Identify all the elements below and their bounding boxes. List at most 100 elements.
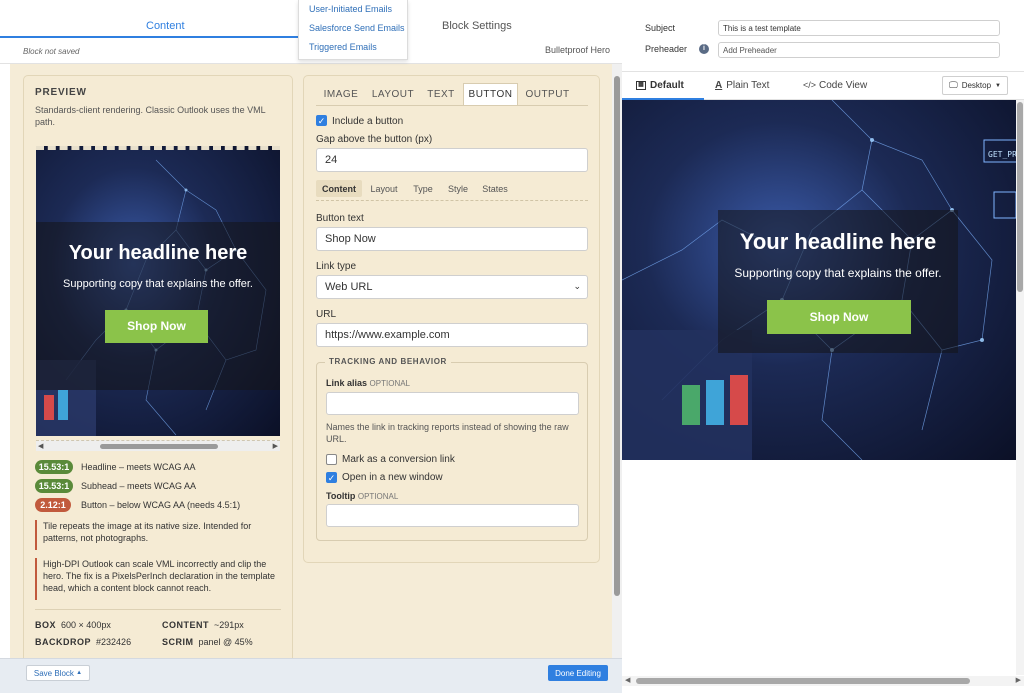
link-type-select[interactable]: Web URL ⌄ [316,275,588,299]
block-editor-panel: Content Block Settings Block not saved B… [0,0,622,693]
tab-default[interactable]: ▦ Default [636,80,684,91]
link-type-label: Link type [316,261,357,272]
scroll-left-icon[interactable]: ◀ [38,442,43,450]
editor-footer: Save Block ▲ Done Editing [0,658,622,693]
chevron-down-icon: ⌄ [573,281,581,291]
tooltip-label: Tooltip OPTIONAL [326,491,399,501]
layout-icon: ▦ [636,81,646,90]
spec-content: CONTENT ~291px [162,620,244,630]
url-label: URL [316,309,337,320]
email-preview-panel: Subject This is a test template Preheade… [622,0,1024,693]
preheader-label: Preheader [645,44,688,54]
divider [35,609,281,610]
button-settings-card: IMAGE LAYOUT TEXT BUTTON OUTPUT ✓ Includ… [303,75,600,563]
preview-scroll-thumb[interactable] [100,444,218,449]
tab-content[interactable]: Content [146,20,185,32]
block-name: Bulletproof Hero [544,45,610,55]
preview-scroll-thumb[interactable] [1017,102,1023,292]
tracking-title: TRACKING AND BEHAVIOR [325,357,451,366]
info-icon[interactable]: i [699,44,709,54]
warning-note: Tile repeats the image at its native siz… [35,520,281,550]
email-type-dropdown: User-Initiated Emails Salesforce Send Em… [298,0,408,60]
email-shop-button[interactable]: Shop Now [767,300,911,334]
gap-label: Gap above the button (px) [316,134,433,145]
preview-title: PREVIEW [35,87,87,98]
tab-layout[interactable]: LAYOUT [368,83,418,105]
button-text-label: Button text [316,213,364,224]
scroll-right-icon[interactable]: ▶ [1016,676,1021,684]
tab-text[interactable]: TEXT [420,83,462,105]
text-format-icon: A [715,80,723,91]
conversion-label: Mark as a conversion link [342,454,455,465]
editor-scrollbar[interactable] [612,64,622,658]
menu-item-triggered[interactable]: Triggered Emails [309,42,377,52]
conversion-checkbox[interactable] [326,454,337,465]
spec-box: BOX 600 × 400px [35,620,111,630]
include-button-label: Include a button [332,116,404,127]
tab-code-view[interactable]: </> Code View [803,80,867,91]
caret-down-icon: ▼ [995,82,1001,89]
save-block-button[interactable]: Save Block ▲ [26,665,90,681]
link-type-value: Web URL [325,281,373,293]
email-hero: GET_PRO Your headline here Supporting co… [622,100,1016,460]
scroll-left-icon[interactable]: ◀ [625,676,630,684]
tab-output[interactable]: OUTPUT [520,83,575,105]
tracking-fieldset: TRACKING AND BEHAVIOR Link alias OPTIONA… [316,357,588,541]
contrast-text: Headline – meets WCAG AA [81,462,196,472]
monitor-icon: 🖵 [949,80,958,90]
subject-input[interactable]: This is a test template [718,20,1000,36]
preheader-input[interactable]: Add Preheader [718,42,1000,58]
tab-button[interactable]: BUTTON [463,83,518,105]
contrast-badge: 15.53:1 [35,479,73,493]
menu-item-salesforce-send[interactable]: Salesforce Send Emails [309,23,405,33]
contrast-badge: 15.53:1 [35,460,73,474]
subtab-type[interactable]: Type [408,180,438,197]
spec-backdrop: BACKDROP #232426 [35,637,132,647]
preview-hscroll-thumb[interactable] [636,678,970,684]
code-icon: </> [803,80,817,90]
scroll-right-icon[interactable]: ▶ [273,442,278,450]
new-window-checkbox[interactable]: ✓ [326,472,337,483]
scrollbar-thumb[interactable] [614,76,620,596]
new-window-label: Open in a new window [342,472,443,483]
link-alias-help: Names the link in tracking reports inste… [326,422,569,444]
email-subhead: Supporting copy that explains the offer. [734,266,942,280]
done-editing-button[interactable]: Done Editing [548,665,608,681]
preview-hscrollbar[interactable]: ◀ ▶ [36,440,280,451]
device-select[interactable]: 🖵 Desktop ▼ [942,76,1008,95]
menu-item-user-initiated[interactable]: User-Initiated Emails [309,4,392,14]
email-meta: Subject This is a test template Preheade… [622,0,1024,72]
link-alias-input[interactable] [326,392,579,415]
button-text-input[interactable]: Shop Now [316,227,588,251]
email-headline: Your headline here [739,229,937,254]
preview-scrollbar[interactable] [1016,100,1024,675]
gap-input[interactable]: 24 [316,148,588,172]
subtab-style[interactable]: Style [442,180,474,197]
subtab-layout[interactable]: Layout [366,180,402,197]
save-status: Block not saved [23,47,80,56]
include-button-checkbox[interactable]: ✓ [316,115,327,126]
url-input[interactable]: https://www.example.com [316,323,588,347]
subtabs-divider [316,200,588,201]
contrast-text: Button – below WCAG AA (needs 4.5:1) [81,500,241,510]
tab-plain-text[interactable]: A Plain Text [715,80,769,91]
preview-headline: Your headline here [68,242,248,264]
tabs-divider [316,105,588,106]
tooltip-input[interactable] [326,504,579,527]
preview-shop-button: Shop Now [105,310,208,343]
email-block-editor: Content Block Settings Block not saved B… [0,0,1024,693]
preview-description: Standards-client rendering. Classic Outl… [35,105,266,127]
spec-scrim: SCRIM panel @ 45% [162,637,253,647]
link-alias-label: Link alias OPTIONAL [326,378,410,388]
tab-block-settings[interactable]: Block Settings [442,20,512,32]
subtab-content[interactable]: Content [316,180,362,197]
hud-label: GET_PRO [988,150,1016,159]
preview-subhead: Supporting copy that explains the offer. [63,278,253,290]
hero-preview: Your headline here Supporting copy that … [36,146,280,436]
preview-hscrollbar[interactable]: ◀ ▶ [622,676,1024,686]
subtab-states[interactable]: States [478,180,512,197]
subject-label: Subject [645,23,676,33]
active-tab-indicator [0,36,310,38]
tab-image[interactable]: IMAGE [316,83,366,105]
warning-note: High-DPI Outlook can scale VML incorrect… [35,558,281,600]
